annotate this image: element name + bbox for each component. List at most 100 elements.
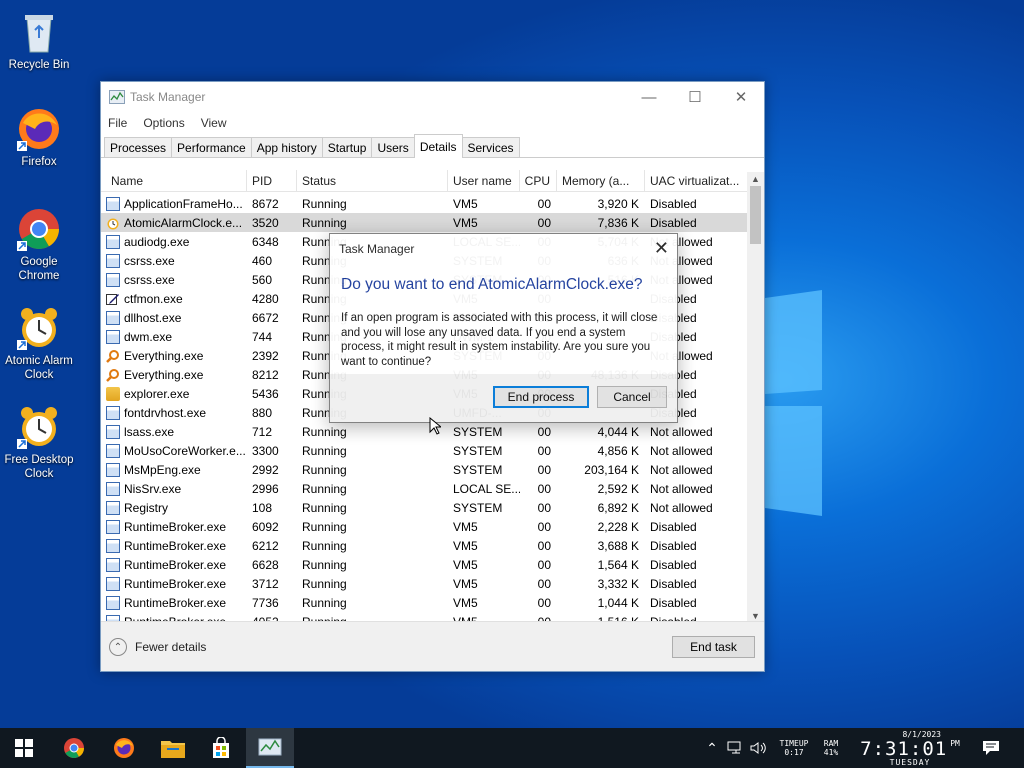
process-pid: 460 (252, 253, 273, 268)
ram-widget: RAM 41% (816, 728, 846, 768)
table-row[interactable]: NisSrv.exe 2996 Running LOCAL SE... 00 2,592 … (101, 479, 747, 498)
dialog-close-icon[interactable]: ✕ (654, 238, 669, 259)
table-row[interactable]: RuntimeBroker.exe 6092 Running VM5 00 2,228 K… (101, 517, 747, 536)
column-header-memory[interactable]: Memory (a... (557, 170, 645, 192)
process-cpu: 00 (537, 557, 551, 572)
menu-view[interactable]: View (200, 116, 235, 130)
tab-processes[interactable]: Processes (104, 137, 173, 157)
network-icon[interactable] (725, 728, 747, 768)
folder-icon (106, 386, 120, 401)
desktop-icon-firefox[interactable]: Firefox (0, 105, 78, 169)
tab-details[interactable]: Details (413, 134, 463, 158)
process-icon (106, 424, 120, 439)
end-task-button[interactable]: End task (672, 636, 755, 658)
process-user: SYSTEM (453, 500, 503, 515)
process-name: AtomicAlarmClock.e... (124, 215, 243, 230)
taskbar-chrome[interactable] (50, 728, 98, 768)
process-name: Everything.exe (124, 367, 204, 382)
process-name-cell: ApplicationFrameHo... (101, 196, 247, 211)
process-user: SYSTEM (453, 462, 503, 477)
minimize-button[interactable]: — (626, 82, 672, 112)
clock-widget[interactable]: 8/1/2023 7:31:01 PM TUESDAY (855, 728, 965, 768)
process-uac: Disabled (650, 196, 697, 211)
pen-icon (106, 292, 120, 306)
fewer-details-link[interactable]: ⌃ Fewer details (109, 638, 206, 656)
show-hidden-icons-button[interactable]: ⌃ (703, 728, 721, 768)
scroll-up-icon[interactable]: ▲ (747, 172, 764, 186)
process-pid: 6628 (252, 557, 279, 572)
tab-users[interactable]: Users (371, 137, 415, 157)
process-pid: 2996 (252, 481, 279, 496)
cancel-button[interactable]: Cancel (597, 386, 667, 408)
maximize-button[interactable]: ☐ (672, 82, 718, 112)
column-header-uac[interactable]: UAC virtualizat... (645, 170, 745, 192)
process-name-cell: Everything.exe (101, 368, 247, 382)
desktop-icon-recycle-bin[interactable]: Recycle Bin (0, 8, 78, 72)
process-icon (106, 253, 120, 268)
volume-icon[interactable] (748, 728, 770, 768)
process-cpu: 00 (537, 576, 551, 591)
process-status: Running (302, 424, 347, 439)
desktop-icon-label: Clock (24, 369, 54, 381)
desktop-icon-atomic-alarm-clock[interactable]: Atomic Alarm Clock (0, 304, 78, 382)
end-process-button[interactable]: End process (493, 386, 589, 408)
table-row[interactable]: MsMpEng.exe 2992 Running SYSTEM 00 203,164 K N… (101, 460, 747, 479)
process-status: Running (302, 196, 347, 211)
process-name-cell: NisSrv.exe (101, 481, 247, 496)
process-user: LOCAL SE... (453, 481, 520, 496)
start-button[interactable] (0, 728, 48, 768)
scrollbar-thumb[interactable] (750, 186, 761, 244)
column-header-pid[interactable]: PID (247, 170, 297, 192)
process-status: Running (302, 538, 347, 553)
process-status: Running (302, 557, 347, 572)
taskbar-store[interactable] (197, 728, 245, 768)
taskbar-file-explorer[interactable] (149, 728, 197, 768)
process-name: MsMpEng.exe (124, 462, 201, 477)
action-center-button[interactable] (978, 728, 1004, 768)
table-row[interactable]: AtomicAlarmClock.e... 3520 Running VM5 00 7,8… (101, 213, 747, 232)
task-manager-icon (109, 90, 125, 104)
dialog-question: Do you want to end AtomicAlarmClock.exe? (341, 276, 643, 293)
table-row[interactable]: MoUsoCoreWorker.e... 3300 Running SYSTEM 00 4… (101, 441, 747, 460)
process-icon (106, 443, 120, 458)
column-header-name[interactable]: ⌃ Name (101, 170, 247, 192)
menu-options[interactable]: Options (142, 116, 192, 130)
process-memory: 3,332 K (597, 576, 639, 591)
table-row[interactable]: RuntimeBroker.exe 6212 Running VM5 00 3,688 K… (101, 536, 747, 555)
tab-app-history[interactable]: App history (250, 137, 323, 157)
tab-startup[interactable]: Startup (321, 137, 373, 157)
process-pid: 6212 (252, 538, 279, 553)
table-row[interactable]: ApplicationFrameHo... 8672 Running VM5 00 3,9… (101, 194, 747, 213)
desktop-icon-free-desktop-clock[interactable]: Free Desktop Clock (0, 403, 78, 481)
task-manager-icon (258, 738, 282, 756)
table-row[interactable]: RuntimeBroker.exe 6628 Running VM5 00 1,564 K… (101, 555, 747, 574)
process-name: explorer.exe (124, 386, 190, 401)
taskbar-firefox[interactable] (100, 728, 148, 768)
tab-services[interactable]: Services (461, 137, 520, 157)
menu-bar: File Options View (101, 112, 764, 134)
dialog-title: Task Manager (339, 242, 415, 256)
column-header-user-name[interactable]: User name (448, 170, 520, 192)
desktop-icon-label: Recycle Bin (8, 59, 70, 71)
process-uac: Not allowed (650, 500, 713, 515)
process-pid: 3520 (252, 215, 279, 230)
end-process-dialog: Task Manager ✕ Do you want to end Atomic… (329, 233, 678, 423)
process-status: Running (302, 519, 347, 534)
title-bar[interactable]: Task Manager — ☐ ✕ (101, 82, 764, 112)
search-magnifier-icon (106, 368, 120, 382)
taskbar-task-manager[interactable] (246, 728, 294, 768)
alarm-clock-icon (15, 304, 63, 352)
table-row[interactable]: lsass.exe 712 Running SYSTEM 00 4,044 K Not al… (101, 422, 747, 441)
close-button[interactable]: ✕ (718, 82, 764, 112)
table-row[interactable]: RuntimeBroker.exe 3712 Running VM5 00 3,332 K… (101, 574, 747, 593)
tab-performance[interactable]: Performance (171, 137, 252, 157)
process-name: csrss.exe (124, 272, 175, 287)
process-uac: Not allowed (650, 424, 713, 439)
menu-file[interactable]: File (107, 116, 135, 130)
vertical-scrollbar[interactable]: ▲ ▼ (747, 172, 764, 623)
table-row[interactable]: RuntimeBroker.exe 7736 Running VM5 00 1,044 K… (101, 593, 747, 612)
table-row[interactable]: Registry 108 Running SYSTEM 00 6,892 K Not all… (101, 498, 747, 517)
column-header-cpu[interactable]: CPU (520, 170, 557, 192)
desktop-icon-google-chrome[interactable]: Google Chrome (0, 205, 78, 283)
column-header-status[interactable]: Status (297, 170, 448, 192)
